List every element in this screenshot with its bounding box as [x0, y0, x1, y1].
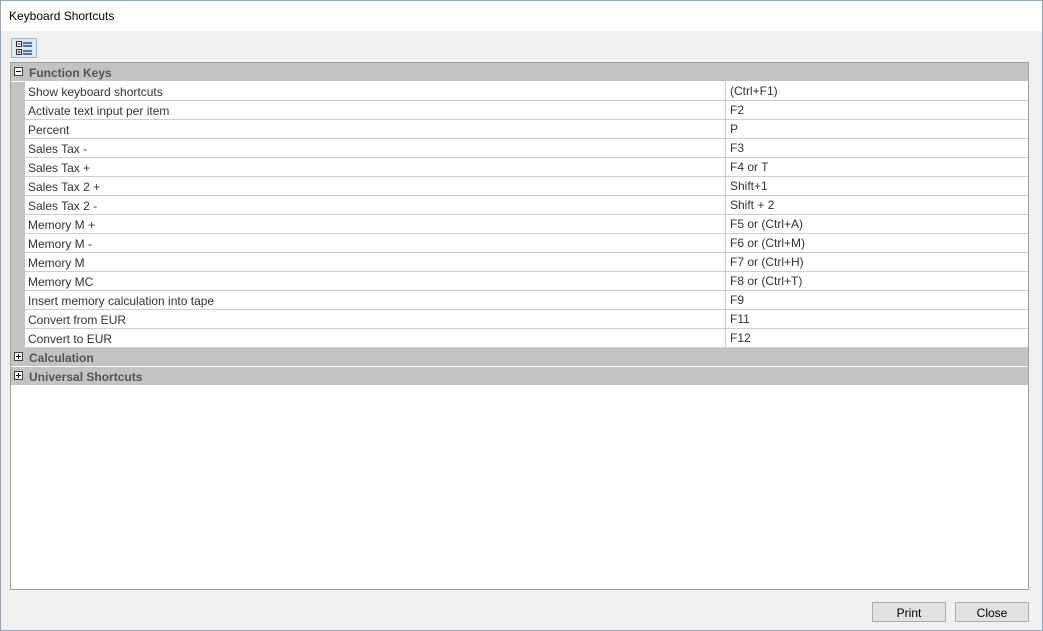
shortcut-key: F8 or (Ctrl+T): [725, 272, 1028, 290]
table-row[interactable]: Activate text input per item F2: [11, 101, 1028, 120]
table-row[interactable]: Sales Tax 2 + Shift+1: [11, 177, 1028, 196]
title-bar: Keyboard Shortcuts: [1, 1, 1042, 31]
shortcut-key: F9: [725, 291, 1028, 309]
shortcut-name: Activate text input per item: [28, 104, 170, 118]
shortcut-name: Sales Tax -: [28, 142, 88, 156]
shortcut-name: Memory MC: [28, 275, 94, 289]
table-row[interactable]: Convert from EUR F11: [11, 310, 1028, 329]
table-row[interactable]: Sales Tax 2 - Shift + 2: [11, 196, 1028, 215]
shortcut-name: Convert to EUR: [28, 332, 113, 346]
group-header-universal-shortcuts[interactable]: Universal Shortcuts: [11, 367, 1028, 386]
shortcut-name: Insert memory calculation into tape: [28, 294, 215, 308]
keyboard-shortcuts-dialog: Keyboard Shortcuts Function Keys Show ke…: [0, 0, 1043, 631]
table-row[interactable]: Memory M + F5 or (Ctrl+A): [11, 215, 1028, 234]
shortcut-key: F4 or T: [725, 158, 1028, 176]
expand-icon[interactable]: [14, 371, 23, 380]
shortcut-name: Memory M: [28, 256, 85, 270]
table-row[interactable]: Percent P: [11, 120, 1028, 139]
group-label: Calculation: [29, 351, 94, 365]
table-row[interactable]: Memory M F7 or (Ctrl+H): [11, 253, 1028, 272]
table-row[interactable]: Memory MC F8 or (Ctrl+T): [11, 272, 1028, 291]
shortcut-key: F7 or (Ctrl+H): [725, 253, 1028, 271]
window-title: Keyboard Shortcuts: [9, 9, 115, 23]
shortcut-key: Shift + 2: [725, 196, 1028, 214]
table-row[interactable]: Convert to EUR F12: [11, 329, 1028, 348]
shortcut-key: F3: [725, 139, 1028, 157]
shortcut-key: (Ctrl+F1): [725, 82, 1028, 100]
close-button[interactable]: Close: [955, 602, 1029, 622]
shortcut-key: Shift+1: [725, 177, 1028, 195]
shortcut-key: F2: [725, 101, 1028, 119]
shortcut-name: Percent: [28, 123, 70, 137]
expand-collapse-button[interactable]: [11, 38, 37, 58]
collapse-icon[interactable]: [14, 67, 23, 76]
group-label: Universal Shortcuts: [29, 370, 143, 384]
shortcut-key: F11: [725, 310, 1028, 328]
group-label: Function Keys: [29, 66, 112, 80]
table-row[interactable]: Insert memory calculation into tape F9: [11, 291, 1028, 310]
table-row[interactable]: Sales Tax - F3: [11, 139, 1028, 158]
shortcut-name: Memory M +: [28, 218, 96, 232]
shortcuts-grid: Function Keys Show keyboard shortcuts (Ct…: [10, 62, 1029, 590]
expand-icon[interactable]: [14, 352, 23, 361]
print-button[interactable]: Print: [872, 602, 946, 622]
shortcut-name: Memory M -: [28, 237, 92, 251]
group-header-function-keys[interactable]: Function Keys: [11, 63, 1028, 82]
shortcut-key: P: [725, 120, 1028, 138]
tree-list-icon: [16, 41, 32, 55]
shortcut-name: Convert from EUR: [28, 313, 127, 327]
shortcut-name: Sales Tax 2 +: [28, 180, 101, 194]
table-row[interactable]: Memory M - F6 or (Ctrl+M): [11, 234, 1028, 253]
shortcut-key: F6 or (Ctrl+M): [725, 234, 1028, 252]
shortcut-name: Show keyboard shortcuts: [28, 85, 163, 99]
shortcut-key: F5 or (Ctrl+A): [725, 215, 1028, 233]
shortcut-name: Sales Tax 2 -: [28, 199, 98, 213]
shortcut-name: Sales Tax +: [28, 161, 91, 175]
group-header-calculation[interactable]: Calculation: [11, 348, 1028, 367]
shortcut-key: F12: [725, 329, 1028, 347]
table-row[interactable]: Show keyboard shortcuts (Ctrl+F1): [11, 82, 1028, 101]
table-row[interactable]: Sales Tax + F4 or T: [11, 158, 1028, 177]
